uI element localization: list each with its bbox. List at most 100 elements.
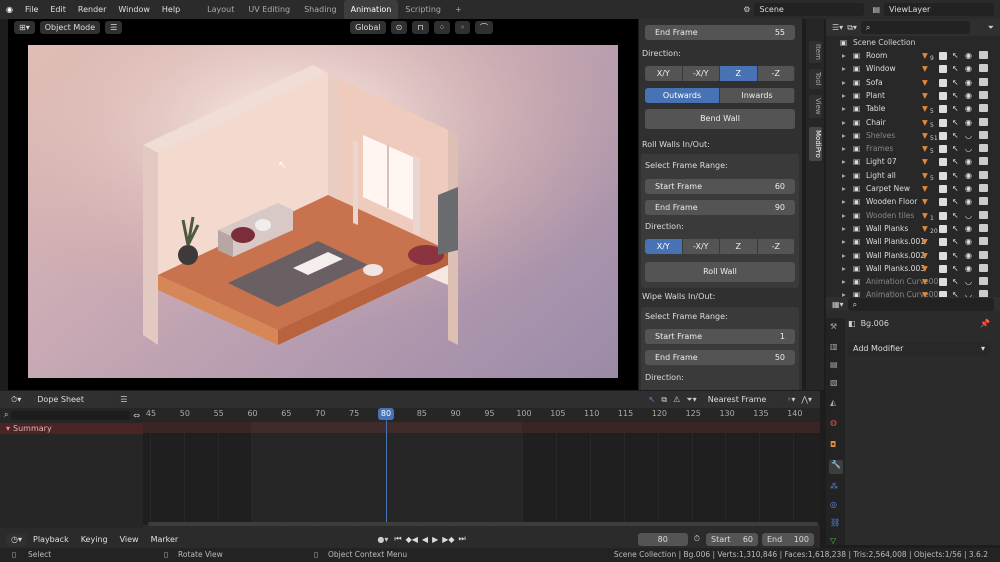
timeline-menu-marker[interactable]: Marker [145,535,185,544]
render-tab-icon[interactable]: ▥ [830,342,838,351]
bend-out-in-selector[interactable]: Outwards Inwards [645,88,795,103]
outliner-item[interactable]: ▸ ▣ Wall Planks ▼ 20 ↖ ◉ [826,222,1000,235]
exclude-checkbox[interactable] [939,251,947,260]
modifier-tab-icon[interactable]: 🔧 [829,460,843,474]
tool-tab-icon[interactable]: ⚒ [830,322,837,331]
render-camera-icon[interactable] [979,223,988,232]
render-camera-icon[interactable] [979,90,988,99]
expand-arrow-icon[interactable]: ▸ [842,235,846,248]
scene-selector[interactable]: Scene [754,3,865,16]
exclude-checkbox[interactable] [939,171,947,180]
start-frame-field[interactable]: Start 60 [706,532,758,546]
expand-arrow-icon[interactable]: ▸ [842,142,846,155]
particles-tab-icon[interactable]: ⁂ [830,482,838,491]
render-camera-icon[interactable] [979,144,988,153]
selectable-icon[interactable]: ↖ [952,288,959,297]
dir-xy[interactable]: X/Y [645,66,683,81]
roll-dir-z[interactable]: Z [720,239,758,254]
outliner-item[interactable]: ▸ ▣ Light all ▼ 5 ↖ ◉ [826,169,1000,182]
add-workspace-button[interactable]: + [448,0,469,19]
wipe-end-frame-field[interactable]: End Frame 50 [645,350,795,365]
render-camera-icon[interactable] [979,237,988,246]
render-camera-icon[interactable] [979,117,988,126]
snap-icon[interactable]: ⊓ [412,21,429,34]
roll-end-frame-field[interactable]: End Frame 90 [645,200,795,215]
outliner-item[interactable]: ▸ ▣ Window ▼ ↖ ◉ [826,62,1000,75]
dopesheet-menu-icon[interactable]: ☰ [120,395,127,404]
outliner-item[interactable]: ▸ ▣ Wall Planks.002 ▼ ↖ ◉ [826,249,1000,262]
exclude-checkbox[interactable] [939,264,947,273]
render-camera-icon[interactable] [979,157,988,166]
scene-icon[interactable]: ⚙ [743,5,750,14]
visibility-eye-icon[interactable]: ◉ [965,171,974,180]
visibility-eye-icon[interactable]: ◡ [965,277,974,286]
dir-neg-z[interactable]: -Z [757,66,795,81]
data-tab-icon[interactable]: ▽ [830,536,836,545]
tab-animation[interactable]: Animation [343,0,399,19]
outliner-item[interactable]: ▸ ▣ Wooden tiles ▼ 1 ↖ ◡ [826,209,1000,222]
outliner-item[interactable]: ▸ ▣ Sofa ▼ ↖ ◉ [826,76,1000,89]
wipe-start-frame-field[interactable]: Start Frame 1 [645,329,795,344]
menu-file[interactable]: File [19,5,44,14]
visibility-eye-icon[interactable]: ◉ [965,264,974,273]
bend-direction-selector[interactable]: X/Y -X/Y Z -Z [645,66,795,81]
current-frame-field[interactable]: 80 [637,532,688,546]
tab-scripting[interactable]: Scripting [398,0,448,19]
selectable-icon[interactable]: ↖ [952,89,959,102]
roll-wall-button[interactable]: Roll Wall [645,262,795,282]
exclude-checkbox[interactable] [939,145,947,154]
selectable-icon[interactable]: ↖ [952,76,959,89]
expand-arrow-icon[interactable]: ▸ [842,169,846,182]
menu-edit[interactable]: Edit [44,5,72,14]
outliner-item[interactable]: ▸ ▣ Carpet New ▼ ↖ ◉ [826,182,1000,195]
exclude-checkbox[interactable] [939,185,947,193]
selectable-icon[interactable]: ↖ [952,142,959,155]
render-camera-icon[interactable] [979,277,988,286]
expand-arrow-icon[interactable]: ▸ [842,275,846,288]
timeline-menu-view[interactable]: View [114,535,145,544]
play-icon[interactable]: ▶ [432,535,438,544]
collapse-arrow-icon[interactable]: ▾ [6,424,10,433]
timeline-menu-keying[interactable]: Keying [75,535,114,544]
roll-start-frame-field[interactable]: Start Frame 60 [645,179,795,194]
exclude-checkbox[interactable] [939,105,947,114]
expand-arrow-icon[interactable]: ▸ [842,182,846,195]
outliner-item[interactable]: ▸ ▣ Room ▼ 9 ↖ ◉ [826,49,1000,62]
tab-view[interactable]: View [809,95,822,118]
top-end-frame-field[interactable]: End Frame 55 [645,25,795,40]
play-reverse-icon[interactable]: ◀ [422,535,428,544]
expand-arrow-icon[interactable]: ▸ [842,129,846,142]
render-camera-icon[interactable] [979,64,988,73]
proportional-icon[interactable]: ◦▾ [787,395,796,404]
object-mode-dropdown[interactable]: Object Mode [39,21,101,34]
expand-arrow-icon[interactable]: ▸ [842,195,846,208]
keyframe-area[interactable] [143,422,820,525]
render-camera-icon[interactable] [979,51,988,59]
expand-arrow-icon[interactable]: ▸ [842,49,846,62]
visibility-eye-icon[interactable]: ◉ [965,51,974,60]
expand-arrow-icon[interactable]: ▸ [842,222,846,235]
exclude-checkbox[interactable] [939,224,947,233]
selectable-icon[interactable]: ↖ [952,235,959,248]
outliner-editor-icon[interactable]: ☰▾ [832,23,843,32]
selectable-icon[interactable]: ↖ [952,262,959,275]
view-menu-icon[interactable]: ☰ [105,21,123,34]
visibility-eye-icon[interactable]: ◉ [965,104,974,113]
visibility-eye-icon[interactable]: ◉ [965,64,974,73]
snap-mode-dropdown[interactable]: Nearest Frame [702,393,781,406]
selectable-icon[interactable]: ↖ [952,209,959,222]
render-camera-icon[interactable] [979,170,988,179]
selectable-icon[interactable]: ↖ [952,102,959,115]
tab-uv-editing[interactable]: UV Editing [241,0,297,19]
selectable-icon[interactable]: ↖ [952,49,959,62]
dopesheet-filter-icon[interactable]: ⏷▾ [686,395,696,405]
blender-logo-icon[interactable]: ◉ [0,5,19,14]
preview-range-icon[interactable]: ⏱ [694,534,700,544]
outliner-filter-icon[interactable]: ⏷ [988,23,994,33]
jump-key-back-icon[interactable]: ◆◀ [406,535,418,544]
inwards-option[interactable]: Inwards [720,88,795,103]
menu-help[interactable]: Help [156,5,186,14]
exclude-checkbox[interactable] [939,131,947,140]
properties-search-input[interactable]: ⌕ [847,297,994,311]
exclude-checkbox[interactable] [939,278,947,287]
